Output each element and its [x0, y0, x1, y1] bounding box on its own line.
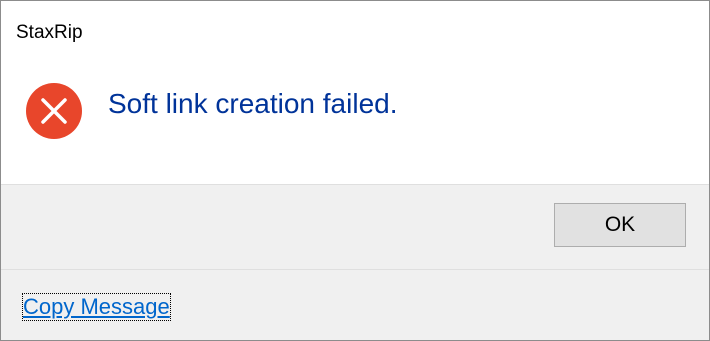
ok-button[interactable]: OK: [554, 203, 686, 247]
title-bar: StaxRip: [1, 1, 709, 63]
dialog-footer: Copy Message: [1, 269, 709, 340]
message-dialog: StaxRip Soft link creation failed. OK Co…: [0, 0, 710, 341]
error-message: Soft link creation failed.: [108, 88, 398, 119]
window-title: StaxRip: [16, 22, 83, 43]
copy-message-link[interactable]: Copy Message: [22, 293, 171, 321]
button-area: OK: [1, 184, 709, 269]
dialog-content: Soft link creation failed.: [1, 63, 709, 184]
error-icon: [25, 82, 83, 140]
